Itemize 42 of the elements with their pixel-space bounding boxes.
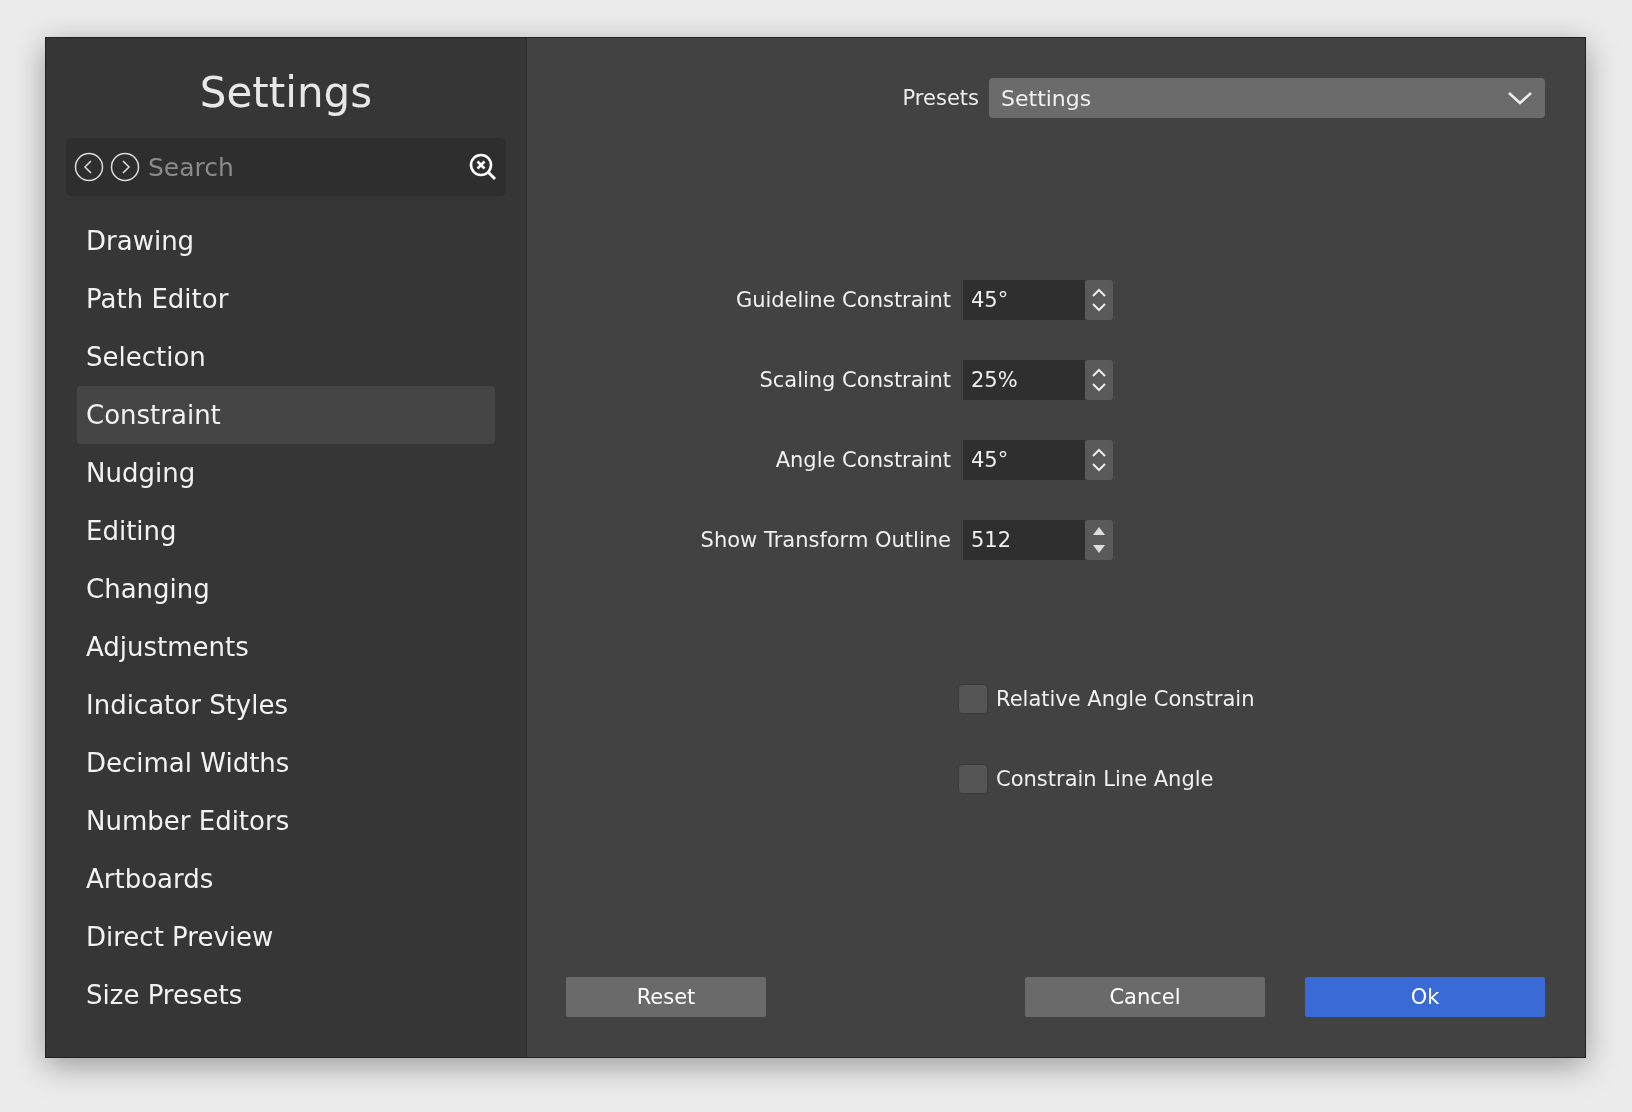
sidebar-item[interactable]: Decimal Widths	[77, 734, 495, 792]
sidebar-item[interactable]: Indicator Styles	[77, 676, 495, 734]
sidebar-title: Settings	[199, 67, 373, 119]
sidebar-item[interactable]: Selection	[77, 328, 495, 386]
search-bar[interactable]: Search	[66, 138, 506, 196]
sidebar-item[interactable]: Changing	[77, 560, 495, 618]
sidebar-item[interactable]: Constraint	[77, 386, 495, 444]
dialog-button[interactable]: Ok	[1305, 977, 1545, 1017]
dialog-button[interactable]: Cancel	[1025, 977, 1265, 1017]
checkbox[interactable]	[958, 764, 988, 794]
field-label: Scaling Constraint	[758, 368, 952, 392]
checkbox-label: Constrain Line Angle	[996, 767, 1214, 791]
number-field[interactable]: 512	[963, 520, 1085, 560]
stepper-icon[interactable]	[1085, 360, 1113, 400]
sidebar-item[interactable]: Drawing	[77, 212, 495, 270]
forward-icon[interactable]	[110, 152, 140, 182]
dialog-button[interactable]: Reset	[566, 977, 766, 1017]
stepper-icon[interactable]	[1085, 280, 1113, 320]
field-label: Guideline Constraint	[734, 288, 952, 312]
field-label: Angle Constraint	[774, 448, 952, 472]
sidebar-item[interactable]: Editing	[77, 502, 495, 560]
sidebar-item[interactable]: Direct Preview	[77, 908, 495, 966]
number-field[interactable]: 45°	[963, 440, 1085, 480]
presets-dropdown[interactable]: Settings	[989, 78, 1545, 118]
number-field[interactable]: 25%	[963, 360, 1085, 400]
field-label: Show Transform Outline	[699, 528, 952, 552]
presets-label: Presets	[902, 86, 979, 110]
chevron-down-icon	[1507, 90, 1533, 106]
stepper-icon[interactable]	[1085, 440, 1113, 480]
sidebar-item[interactable]: Artboards	[77, 850, 495, 908]
checkbox[interactable]	[958, 684, 988, 714]
sidebar-item[interactable]: Path Editor	[77, 270, 495, 328]
stepper-arrows-icon[interactable]	[1085, 520, 1113, 560]
search-field[interactable]: Search	[146, 151, 462, 183]
number-field[interactable]: 45°	[963, 280, 1085, 320]
back-icon[interactable]	[74, 152, 104, 182]
sidebar-item[interactable]: Number Editors	[77, 792, 495, 850]
sidebar-item[interactable]: Size Presets	[77, 966, 495, 1024]
sidebar-item[interactable]: Adjustments	[77, 618, 495, 676]
checkbox-label: Relative Angle Constrain	[996, 687, 1255, 711]
clear-search-icon[interactable]	[468, 152, 498, 182]
sidebar-item[interactable]: Nudging	[77, 444, 495, 502]
